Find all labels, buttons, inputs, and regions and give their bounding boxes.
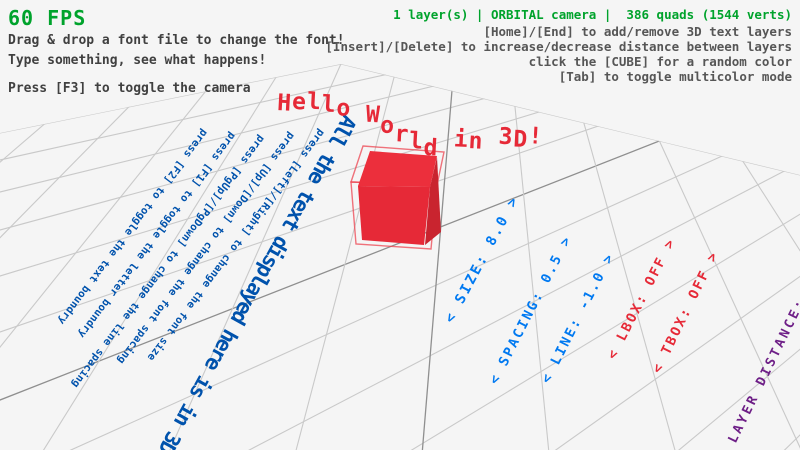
- hint-cube-color: click the [CUBE] for a random color: [529, 54, 792, 69]
- hint-camera: Press [F3] to toggle the camera: [8, 81, 251, 96]
- wave-char: l: [321, 91, 337, 118]
- wave-char: l: [306, 89, 322, 116]
- hint-drop-font: Drag & drop a font file to change the fo…: [8, 33, 345, 48]
- wave-char: H: [277, 90, 293, 117]
- fps-counter: 60 FPS: [8, 6, 86, 30]
- wave-char: 3: [498, 124, 514, 151]
- hint-multicolor: [Tab] to toggle multicolor mode: [559, 69, 792, 84]
- wave-char: !: [528, 123, 544, 150]
- wave-char: W: [365, 102, 381, 129]
- wave-char: n: [468, 128, 484, 155]
- wave-char: r: [394, 121, 410, 148]
- status-bar: 1 layer(s) | ORBITAL camera | 386 quads …: [393, 7, 792, 22]
- wave-char: o: [380, 112, 396, 139]
- hint-layers: [Home]/[End] to add/remove 3D text layer…: [483, 24, 792, 39]
- hint-distance: [Insert]/[Delete] to increase/decrease d…: [325, 39, 792, 54]
- wave-char: [351, 98, 367, 125]
- cube-face-front: [358, 186, 430, 245]
- app-window: press [F2] to toggle the text boundrypre…: [0, 0, 800, 450]
- wave-char: l: [408, 128, 424, 155]
- wave-char: [438, 127, 454, 154]
- wave-char: D: [513, 126, 529, 153]
- wave-char: e: [291, 89, 307, 116]
- hint-type: Type something, see what happens!: [8, 53, 266, 68]
- wave-char: [483, 125, 499, 152]
- wave-char: o: [336, 95, 352, 122]
- wave-char: d: [423, 135, 439, 162]
- wave-char: i: [453, 126, 469, 153]
